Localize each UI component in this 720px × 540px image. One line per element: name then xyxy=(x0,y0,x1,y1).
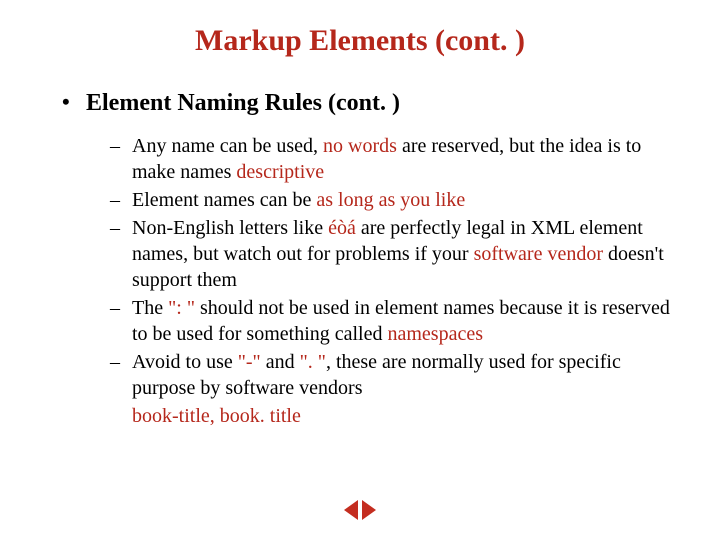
slide: Markup Elements (cont. ) Element Naming … xyxy=(0,0,720,540)
highlight: namespaces xyxy=(388,323,484,345)
highlight: ". " xyxy=(300,351,326,373)
prev-button[interactable] xyxy=(344,500,358,520)
highlight: "-" xyxy=(238,351,261,373)
highlight: descriptive xyxy=(236,161,324,183)
highlight: no words xyxy=(323,135,397,157)
highlight: ": " xyxy=(168,297,195,319)
text: The xyxy=(132,297,168,319)
highlight: éòá xyxy=(328,217,356,239)
bullet-list-level2: Any name can be used, no words are reser… xyxy=(110,133,670,401)
bullet-item-5: Avoid to use "-" and ". ", these are nor… xyxy=(110,349,670,401)
text: Element names can be xyxy=(132,189,316,211)
text: and xyxy=(261,351,300,373)
highlight: as long as you like xyxy=(316,189,465,211)
next-button[interactable] xyxy=(362,500,376,520)
text: Any name can be used, xyxy=(132,135,323,157)
slide-nav xyxy=(344,500,376,520)
text: Avoid to use xyxy=(132,351,238,373)
section-heading: Element Naming Rules (cont. ) xyxy=(60,88,670,119)
bullet-item-3: Non-English letters like éòá are perfect… xyxy=(110,215,670,293)
example-line: book-title, book. title xyxy=(132,403,670,429)
highlight: software vendor xyxy=(474,243,603,265)
bullet-list-level1: Element Naming Rules (cont. ) xyxy=(60,88,670,119)
bullet-item-1: Any name can be used, no words are reser… xyxy=(110,133,670,185)
bullet-item-4: The ": " should not be used in element n… xyxy=(110,295,670,347)
bullet-item-2: Element names can be as long as you like xyxy=(110,187,670,213)
text: Non-English letters like xyxy=(132,217,328,239)
slide-title: Markup Elements (cont. ) xyxy=(50,24,670,58)
